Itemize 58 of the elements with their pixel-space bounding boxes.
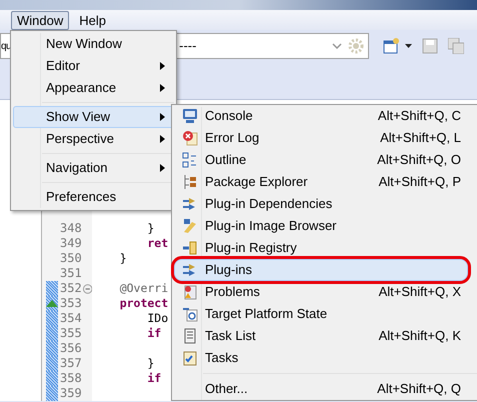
line-number: 353	[60, 296, 83, 311]
gear-icon[interactable]	[348, 38, 364, 54]
target-icon	[182, 306, 198, 322]
line-number: 351	[60, 266, 83, 281]
clipboard-icon	[182, 350, 198, 366]
new-window-icon[interactable]	[383, 38, 399, 54]
line-number: 348	[60, 221, 83, 236]
menu-item[interactable]: Plug-in Registry	[174, 237, 468, 259]
save-icon[interactable]	[422, 38, 438, 54]
line-number: 349	[60, 236, 83, 251]
line-number: 358	[60, 371, 83, 386]
menu-item[interactable]: Outline Alt+Shift+Q, O	[174, 149, 468, 171]
menu-bar-item[interactable]: Window	[11, 10, 70, 30]
menu-item[interactable]: Tasks	[174, 347, 468, 369]
code-text: }	[146, 221, 154, 236]
hierarchy-icon	[182, 174, 198, 190]
menu-item[interactable]: Package Explorer Alt+Shift+Q, P	[174, 171, 468, 193]
outline-icon	[182, 152, 198, 168]
save-all-icon[interactable]	[448, 38, 464, 54]
menu-item[interactable]: Console Alt+Shift+Q, C	[174, 105, 468, 127]
menu-item[interactable]: Perspective	[13, 128, 174, 150]
code-text: protect	[118, 296, 168, 311]
dropdown-caret-icon[interactable]	[405, 44, 412, 48]
line-number: 359	[60, 386, 83, 401]
menu-item[interactable]: Plug-in Image Browser	[174, 215, 468, 237]
menu-item[interactable]: Show View	[13, 106, 174, 128]
menu-item[interactable]: Error Log Alt+Shift+Q, L	[174, 127, 468, 149]
problems-icon	[182, 284, 198, 300]
line-number: 352	[60, 281, 83, 296]
menu-item[interactable]: Task List Alt+Shift+Q, K	[174, 325, 468, 347]
chevron-down-icon[interactable]	[332, 43, 342, 49]
collapse-icon[interactable]	[82, 284, 92, 294]
monitor-icon	[182, 108, 198, 124]
code-text: @Overri	[118, 281, 168, 296]
list-icon	[182, 328, 198, 344]
code-text: IDo	[146, 311, 168, 326]
menu-item[interactable]: Preferences	[13, 186, 174, 208]
error-icon	[182, 130, 198, 146]
menu-item[interactable]: Other... Alt+Shift+Q, Q	[174, 378, 468, 400]
line-number: 355	[60, 326, 83, 341]
menu-item[interactable]: Plug-in Dependencies	[174, 193, 468, 215]
menu-item[interactable]: New Window	[13, 33, 174, 55]
menu-item[interactable]: Target Platform State	[174, 303, 468, 325]
code-text: ret	[146, 236, 168, 251]
line-number: 350	[60, 251, 83, 266]
menu-item[interactable]: Appearance	[13, 77, 174, 99]
code-text: }	[118, 251, 127, 266]
code-text: if	[146, 326, 162, 341]
menu-item[interactable]: Problems Alt+Shift+Q, X	[174, 281, 468, 303]
line-number: 354	[60, 311, 83, 326]
line-number: 357	[60, 356, 83, 371]
line-number: 356	[60, 341, 83, 356]
code-text: if	[146, 371, 162, 386]
menu-item[interactable]: Navigation	[13, 157, 174, 179]
combo-value: ----	[179, 37, 196, 56]
code-text: }	[146, 356, 154, 371]
menu-bar-item[interactable]: Help	[73, 10, 112, 30]
menu-item[interactable]: Plug-ins	[174, 259, 468, 281]
